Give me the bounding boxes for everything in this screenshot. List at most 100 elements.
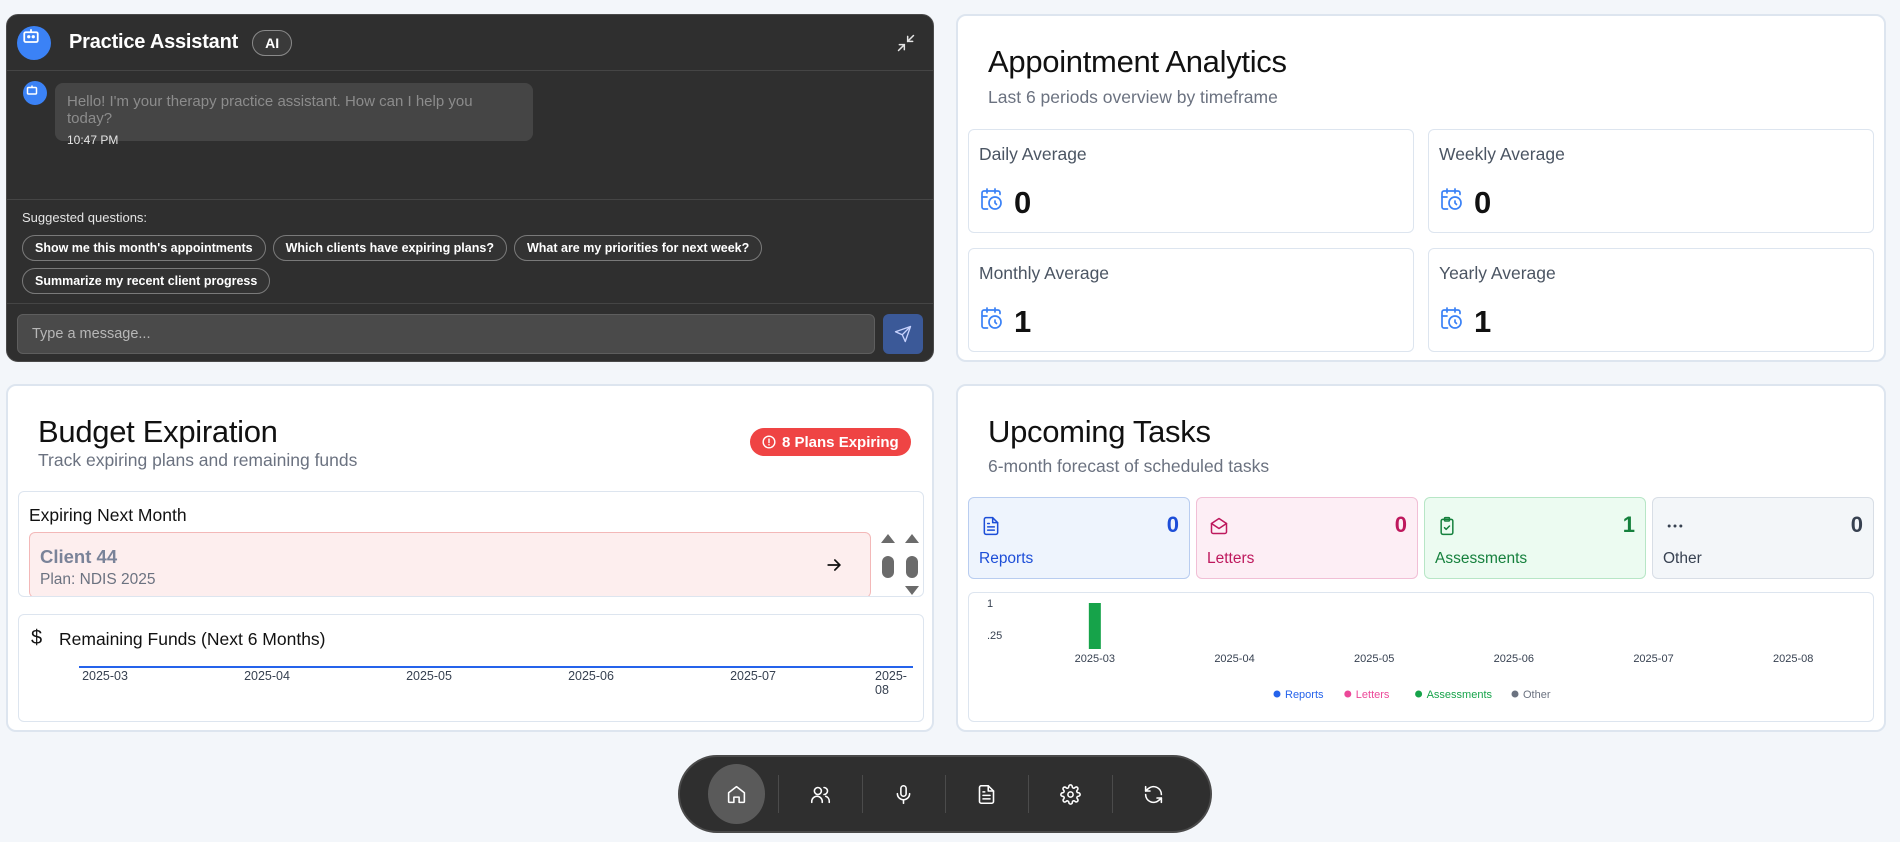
send-button[interactable] <box>883 313 923 354</box>
inner-scrollbar[interactable] <box>880 534 896 596</box>
task-category-letters[interactable]: 0 Letters <box>1196 497 1418 579</box>
client-plan: Plan: NDIS 2025 <box>40 571 156 588</box>
message-text: Hello! I'm your therapy practice assista… <box>67 93 473 127</box>
suggestion-chip[interactable]: Summarize my recent client progress <box>22 268 271 294</box>
stat-value: 0 <box>1014 185 1032 220</box>
arrow-right-icon[interactable] <box>824 555 844 575</box>
budget-title: Budget Expiration <box>38 414 278 449</box>
minimize-icon <box>897 34 915 51</box>
task-category-reports[interactable]: 0 Reports <box>968 497 1190 579</box>
funds-x-tick: 2025-06 <box>568 669 614 683</box>
message-input[interactable] <box>17 313 876 354</box>
chart-legend-label: Letters <box>1356 689 1390 701</box>
scroll-thumb[interactable] <box>906 556 918 578</box>
nav-divider <box>945 775 946 813</box>
send-icon <box>894 325 912 342</box>
nav-documents[interactable] <box>958 764 1015 824</box>
outer-scrollbar[interactable] <box>904 534 920 596</box>
suggestion-chip[interactable]: Which clients have expiring plans? <box>272 235 507 261</box>
stat-value: 1 <box>1474 304 1492 339</box>
chart-legend-swatch <box>1415 690 1423 698</box>
nav-divider <box>861 775 863 813</box>
scroll-thumb[interactable] <box>882 556 894 578</box>
funds-x-tick: 2025-07 <box>730 669 776 683</box>
stat-yearly-average: Yearly Average 1 <box>1428 248 1874 352</box>
stat-label: Daily Average <box>979 144 1087 164</box>
chart-x-tick-label: 2025-07 <box>1633 653 1673 665</box>
home-icon <box>728 785 746 803</box>
settings-icon <box>1059 783 1081 805</box>
assistant-message: Hello! I'm your therapy practice assista… <box>23 81 917 147</box>
funds-series-line <box>79 666 913 668</box>
tasks-title: Upcoming Tasks <box>988 414 1211 449</box>
task-category-other[interactable]: 0 Other <box>1652 497 1874 579</box>
minimize-chat-button[interactable] <box>893 30 919 56</box>
task-count: 1 <box>1622 512 1635 537</box>
document-icon <box>983 516 999 536</box>
task-count: 0 <box>1394 512 1407 537</box>
ai-badge: AI <box>252 29 293 56</box>
funds-x-tick: 2025-03 <box>82 669 128 683</box>
chart-y-tick-label: 1 <box>987 598 993 610</box>
task-count: 0 <box>1850 512 1863 537</box>
suggestion-chip[interactable]: Show me this month's appointments <box>22 235 266 261</box>
nav-clients[interactable] <box>791 764 848 824</box>
calendar-clock-icon <box>981 188 1002 210</box>
users-icon <box>810 786 830 803</box>
chart-x-tick-label: 2025-05 <box>1354 653 1394 665</box>
task-label: Reports <box>979 550 1034 567</box>
envelope-open-icon <box>1210 517 1228 535</box>
nav-home[interactable] <box>708 764 766 824</box>
budget-subtitle: Track expiring plans and remaining funds <box>38 450 358 470</box>
task-label: Assessments <box>1435 550 1528 567</box>
scroll-up-arrow[interactable] <box>881 534 895 543</box>
chart-legend-swatch <box>1273 690 1281 698</box>
suggested-label: Suggested questions: <box>22 210 148 225</box>
nav-settings[interactable] <box>1041 764 1098 824</box>
suggestion-chip[interactable]: What are my priorities for next week? <box>513 235 763 261</box>
ellipsis-icon <box>1667 524 1683 528</box>
stat-value: 0 <box>1474 185 1492 220</box>
chart-y-tick-label: .25 <box>987 630 1002 642</box>
chat-title: Practice Assistant <box>69 31 239 53</box>
tasks-subtitle: 6-month forecast of scheduled tasks <box>988 456 1270 476</box>
stat-label: Weekly Average <box>1439 144 1565 164</box>
client-name: Client 44 <box>40 546 118 567</box>
plans-expiring-label: 8 Plans Expiring <box>782 433 899 451</box>
analytics-title: Appointment Analytics <box>988 44 1287 79</box>
appointment-analytics-card: Appointment Analytics Last 6 periods ove… <box>956 14 1886 362</box>
stat-monthly-average: Monthly Average 1 <box>968 248 1414 352</box>
funds-x-tick: 2025-04 <box>244 669 290 683</box>
clipboard-check-icon <box>1440 516 1454 536</box>
funds-x-tick: 2025-05 <box>406 669 452 683</box>
alert-circle-icon <box>762 435 776 449</box>
nav-voice[interactable] <box>875 764 932 824</box>
stat-label: Yearly Average <box>1439 263 1556 283</box>
tasks-forecast-chart: 1 .25 2025-03 2025-04 2025-05 2025-06 2025-07 2… <box>968 592 1874 722</box>
chart-legend-swatch <box>1344 690 1352 698</box>
remaining-funds-section: $ Remaining Funds (Next 6 Months) 2025-0… <box>18 614 924 722</box>
expiring-next-month-section: Expiring Next Month Client 44 Plan: NDIS… <box>18 491 924 597</box>
analytics-subtitle: Last 6 periods overview by timeframe <box>988 87 1278 107</box>
chart-legend-label: Reports <box>1285 689 1324 701</box>
task-category-assessments[interactable]: 1 Assessments <box>1424 497 1646 579</box>
chart-x-tick-label: 2025-06 <box>1494 653 1534 665</box>
bot-icon <box>26 85 38 95</box>
chart-x-tick-label: 2025-08 <box>1773 653 1813 665</box>
dollar-icon: $ <box>31 627 43 649</box>
chart-bar <box>1088 603 1101 649</box>
upcoming-tasks-card: Upcoming Tasks 6-month forecast of sched… <box>956 384 1886 732</box>
chart-legend-label: Assessments <box>1427 689 1493 701</box>
scroll-down-arrow[interactable] <box>905 586 919 595</box>
scroll-up-arrow[interactable] <box>905 534 919 543</box>
chat-input-row <box>7 303 933 361</box>
calendar-clock-icon <box>981 307 1002 329</box>
bot-avatar <box>17 25 51 60</box>
expiring-client-item[interactable]: Client 44 Plan: NDIS 2025 <box>29 532 871 596</box>
bot-icon <box>23 28 39 43</box>
calendar-clock-icon <box>1441 307 1462 329</box>
suggestion-chips: Show me this month's appointments Which … <box>22 235 782 294</box>
tasks-chart-svg: 1 .25 2025-03 2025-04 2025-05 2025-06 2025-07 2… <box>987 598 1813 701</box>
nav-refresh[interactable] <box>1125 764 1182 824</box>
plans-expiring-badge: 8 Plans Expiring <box>750 428 911 456</box>
